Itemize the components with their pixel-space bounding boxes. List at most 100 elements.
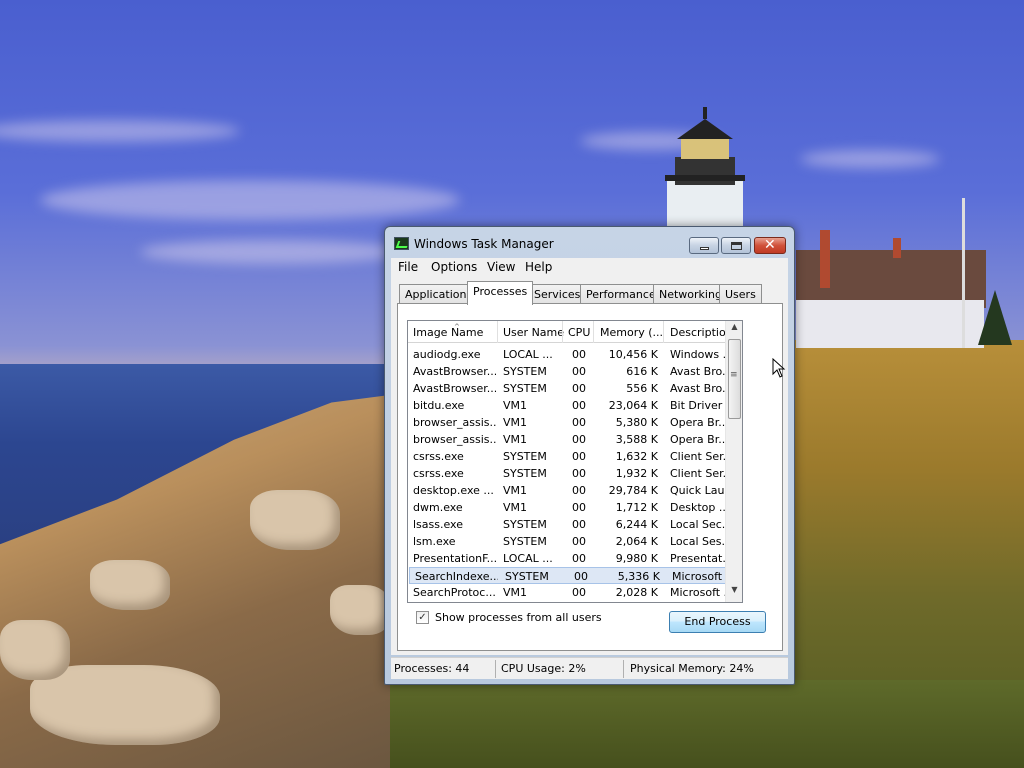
process-user-name: VM1 <box>503 399 528 412</box>
process-row[interactable]: browser_assis... VM1 00 3,588 K Opera Br... <box>408 431 738 448</box>
scrollbar-thumb[interactable] <box>728 339 741 419</box>
column-divider[interactable] <box>562 321 563 343</box>
tab-users[interactable]: Users <box>719 284 762 304</box>
process-memory: 616 K <box>626 365 658 378</box>
title-bar[interactable]: Windows Task Manager ✕ <box>385 227 794 259</box>
status-divider <box>495 660 496 678</box>
process-image-name: lsass.exe <box>413 518 463 531</box>
client-area: Applications Processes Services Performa… <box>391 277 788 655</box>
process-cpu: 00 <box>572 535 586 548</box>
status-physical-memory: Physical Memory: 24% <box>630 662 754 675</box>
list-header: ^ Image Name User Name CPU Memory (... D… <box>408 321 742 343</box>
process-memory: 9,980 K <box>615 552 658 565</box>
tab-services[interactable]: Services <box>528 284 587 304</box>
process-user-name: VM1 <box>503 586 528 599</box>
process-image-name: AvastBrowser... <box>413 382 496 395</box>
process-user-name: VM1 <box>503 416 528 429</box>
process-row[interactable]: audiodg.exe LOCAL ... 00 10,456 K Windows ..… <box>408 346 738 363</box>
process-row[interactable]: bitdu.exe VM1 00 23,064 K Bit Driver ... <box>408 397 738 414</box>
process-row[interactable]: browser_assis... VM1 00 5,380 K Opera Br... <box>408 414 738 431</box>
process-row[interactable]: lsm.exe SYSTEM 00 2,064 K Local Ses... <box>408 533 738 550</box>
process-list[interactable]: ^ Image Name User Name CPU Memory (... D… <box>407 320 743 603</box>
column-divider[interactable] <box>593 321 594 343</box>
lighthouse <box>665 107 745 230</box>
process-row[interactable]: AvastBrowser... SYSTEM 00 556 K Avast Bro... <box>408 380 738 397</box>
process-image-name: SearchProtoc... <box>413 586 496 599</box>
menu-file[interactable]: File <box>398 260 418 274</box>
process-user-name: SYSTEM <box>503 518 547 531</box>
process-user-name: VM1 <box>503 433 528 446</box>
menu-view[interactable]: View <box>487 260 515 274</box>
show-all-users-checkbox[interactable]: ✓ <box>416 611 429 624</box>
tab-processes[interactable]: Processes <box>467 281 534 305</box>
process-image-name: dwm.exe <box>413 501 463 514</box>
process-cpu: 00 <box>572 484 586 497</box>
column-memory[interactable]: Memory (... <box>600 326 663 339</box>
rock <box>0 620 70 680</box>
process-row[interactable]: csrss.exe SYSTEM 00 1,632 K Client Ser... <box>408 448 738 465</box>
mouse-cursor-icon <box>772 358 786 378</box>
maximize-button[interactable] <box>721 237 751 254</box>
column-description[interactable]: Description <box>670 326 733 339</box>
process-cpu: 00 <box>574 570 588 583</box>
status-processes: Processes: 44 <box>394 662 470 675</box>
process-row[interactable]: AvastBrowser... SYSTEM 00 616 K Avast Bro... <box>408 363 738 380</box>
process-image-name: csrss.exe <box>413 450 464 463</box>
close-icon: ✕ <box>764 237 776 253</box>
process-row[interactable]: PresentationF... LOCAL ... 00 9,980 K Presen… <box>408 550 738 567</box>
process-row[interactable]: dwm.exe VM1 00 1,712 K Desktop ... <box>408 499 738 516</box>
process-memory: 10,456 K <box>608 348 658 361</box>
process-image-name: lsm.exe <box>413 535 456 548</box>
minimize-icon <box>700 247 709 250</box>
menu-help[interactable]: Help <box>525 260 552 274</box>
column-divider[interactable] <box>663 321 664 343</box>
column-cpu[interactable]: CPU <box>568 326 590 339</box>
process-memory: 1,712 K <box>615 501 658 514</box>
minimize-button[interactable] <box>689 237 719 254</box>
process-user-name: LOCAL ... <box>503 552 553 565</box>
rock <box>90 560 170 610</box>
process-memory: 1,932 K <box>615 467 658 480</box>
process-user-name: VM1 <box>503 484 528 497</box>
process-memory: 2,028 K <box>615 586 658 599</box>
process-user-name: VM1 <box>503 501 528 514</box>
house <box>796 300 984 348</box>
flagpole <box>962 198 965 348</box>
process-image-name: browser_assis... <box>413 416 496 429</box>
process-user-name: SYSTEM <box>503 365 547 378</box>
process-row[interactable]: lsass.exe SYSTEM 00 6,244 K Local Sec... <box>408 516 738 533</box>
process-cpu: 00 <box>572 467 586 480</box>
process-cpu: 00 <box>572 348 586 361</box>
process-user-name: SYSTEM <box>503 535 547 548</box>
process-cpu: 00 <box>572 433 586 446</box>
scroll-up-icon[interactable]: ▲ <box>727 322 742 338</box>
rock <box>250 490 340 550</box>
scroll-down-icon[interactable]: ▼ <box>727 585 742 601</box>
process-row[interactable]: desktop.exe ... VM1 00 29,784 K Quick Lau... <box>408 482 738 499</box>
task-manager-window[interactable]: Windows Task Manager ✕ File Options View… <box>384 226 795 685</box>
menu-options[interactable]: Options <box>431 260 477 274</box>
process-cpu: 00 <box>572 586 586 599</box>
menu-bar: File Options View Help <box>391 258 788 277</box>
status-bar: Processes: 44 CPU Usage: 2% Physical Mem… <box>391 657 788 679</box>
cloud <box>40 180 460 220</box>
process-row[interactable]: SearchIndexe... SYSTEM 00 5,336 K Microsoft … <box>409 567 738 584</box>
column-user-name[interactable]: User Name <box>503 326 564 339</box>
process-row[interactable]: SearchProtoc... VM1 00 2,028 K Microsoft ... <box>408 584 738 601</box>
chimney <box>893 238 901 258</box>
process-image-name: PresentationF... <box>413 552 496 565</box>
tab-performance[interactable]: Performance <box>580 284 662 304</box>
process-user-name: SYSTEM <box>503 382 547 395</box>
process-row[interactable]: csrss.exe SYSTEM 00 1,932 K Client Ser... <box>408 465 738 482</box>
column-label: Image Name <box>413 326 484 339</box>
process-memory: 1,632 K <box>615 450 658 463</box>
close-button[interactable]: ✕ <box>754 237 786 254</box>
end-process-button[interactable]: End Process <box>669 611 766 633</box>
column-divider[interactable] <box>497 321 498 343</box>
vertical-scrollbar[interactable]: ▲ ▼ <box>725 321 742 602</box>
tab-networking[interactable]: Networking <box>653 284 728 304</box>
column-image-name[interactable]: ^ Image Name <box>413 323 484 339</box>
process-cpu: 00 <box>572 416 586 429</box>
show-all-users-label[interactable]: Show processes from all users <box>435 611 602 624</box>
process-image-name: csrss.exe <box>413 467 464 480</box>
